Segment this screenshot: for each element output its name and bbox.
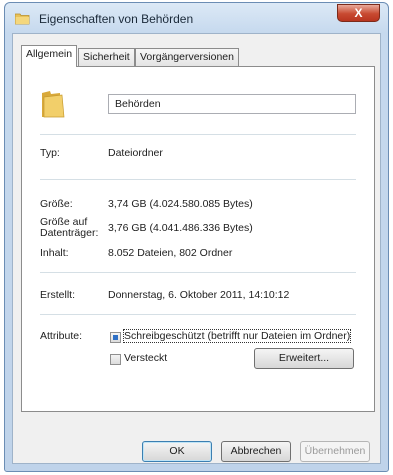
hidden-label[interactable]: Versteckt [124, 352, 167, 364]
attributes-label: Attribute: [40, 330, 83, 342]
folder-name-input[interactable]: Behörden [108, 94, 356, 114]
readonly-label[interactable]: Schreibgeschützt (betrifft nur Dateien i… [122, 329, 352, 343]
separator [40, 272, 356, 273]
separator [40, 134, 356, 135]
type-value: Dateiordner [108, 147, 163, 159]
tab-vorgaengerversionen[interactable]: Vorgängerversionen [135, 48, 239, 66]
separator [40, 314, 356, 315]
size-value: 3,74 GB (4.024.580.085 Bytes) [108, 198, 253, 210]
advanced-button[interactable]: Erweitert... [254, 348, 354, 369]
apply-button[interactable]: Übernehmen [300, 441, 370, 462]
ok-button[interactable]: OK [142, 441, 212, 462]
title-bar[interactable]: Eigenschaften von Behörden X [5, 3, 388, 33]
cancel-button[interactable]: Abbrechen [221, 441, 291, 462]
contents-value: 8.052 Dateien, 802 Ordner [108, 247, 233, 259]
created-label: Erstellt: [40, 289, 76, 301]
type-label: Typ: [40, 147, 60, 159]
size-on-disk-value: 3,76 GB (4.041.486.336 Bytes) [108, 222, 253, 234]
readonly-checkbox[interactable] [110, 332, 121, 343]
size-label: Größe: [40, 198, 73, 210]
contents-label: Inhalt: [40, 247, 69, 259]
hidden-checkbox[interactable] [110, 354, 121, 365]
created-value: Donnerstag, 6. Oktober 2011, 14:10:12 [108, 289, 290, 301]
close-button[interactable]: X [337, 4, 380, 22]
folder-icon [15, 13, 30, 25]
folder-icon [42, 91, 65, 118]
window-title: Eigenschaften von Behörden [39, 12, 194, 26]
dialog-body: Allgemein Sicherheit Vorgängerversionen … [12, 33, 381, 464]
size-on-disk-label-line2: Datenträger: [40, 227, 99, 239]
tab-allgemein[interactable]: Allgemein [21, 45, 78, 67]
separator [40, 179, 356, 180]
tab-sicherheit[interactable]: Sicherheit [78, 48, 135, 66]
properties-dialog: Eigenschaften von Behörden X Allgemein S… [4, 2, 389, 472]
general-panel: Behörden Typ: Dateiordner Größe: 3,74 GB… [21, 66, 375, 412]
